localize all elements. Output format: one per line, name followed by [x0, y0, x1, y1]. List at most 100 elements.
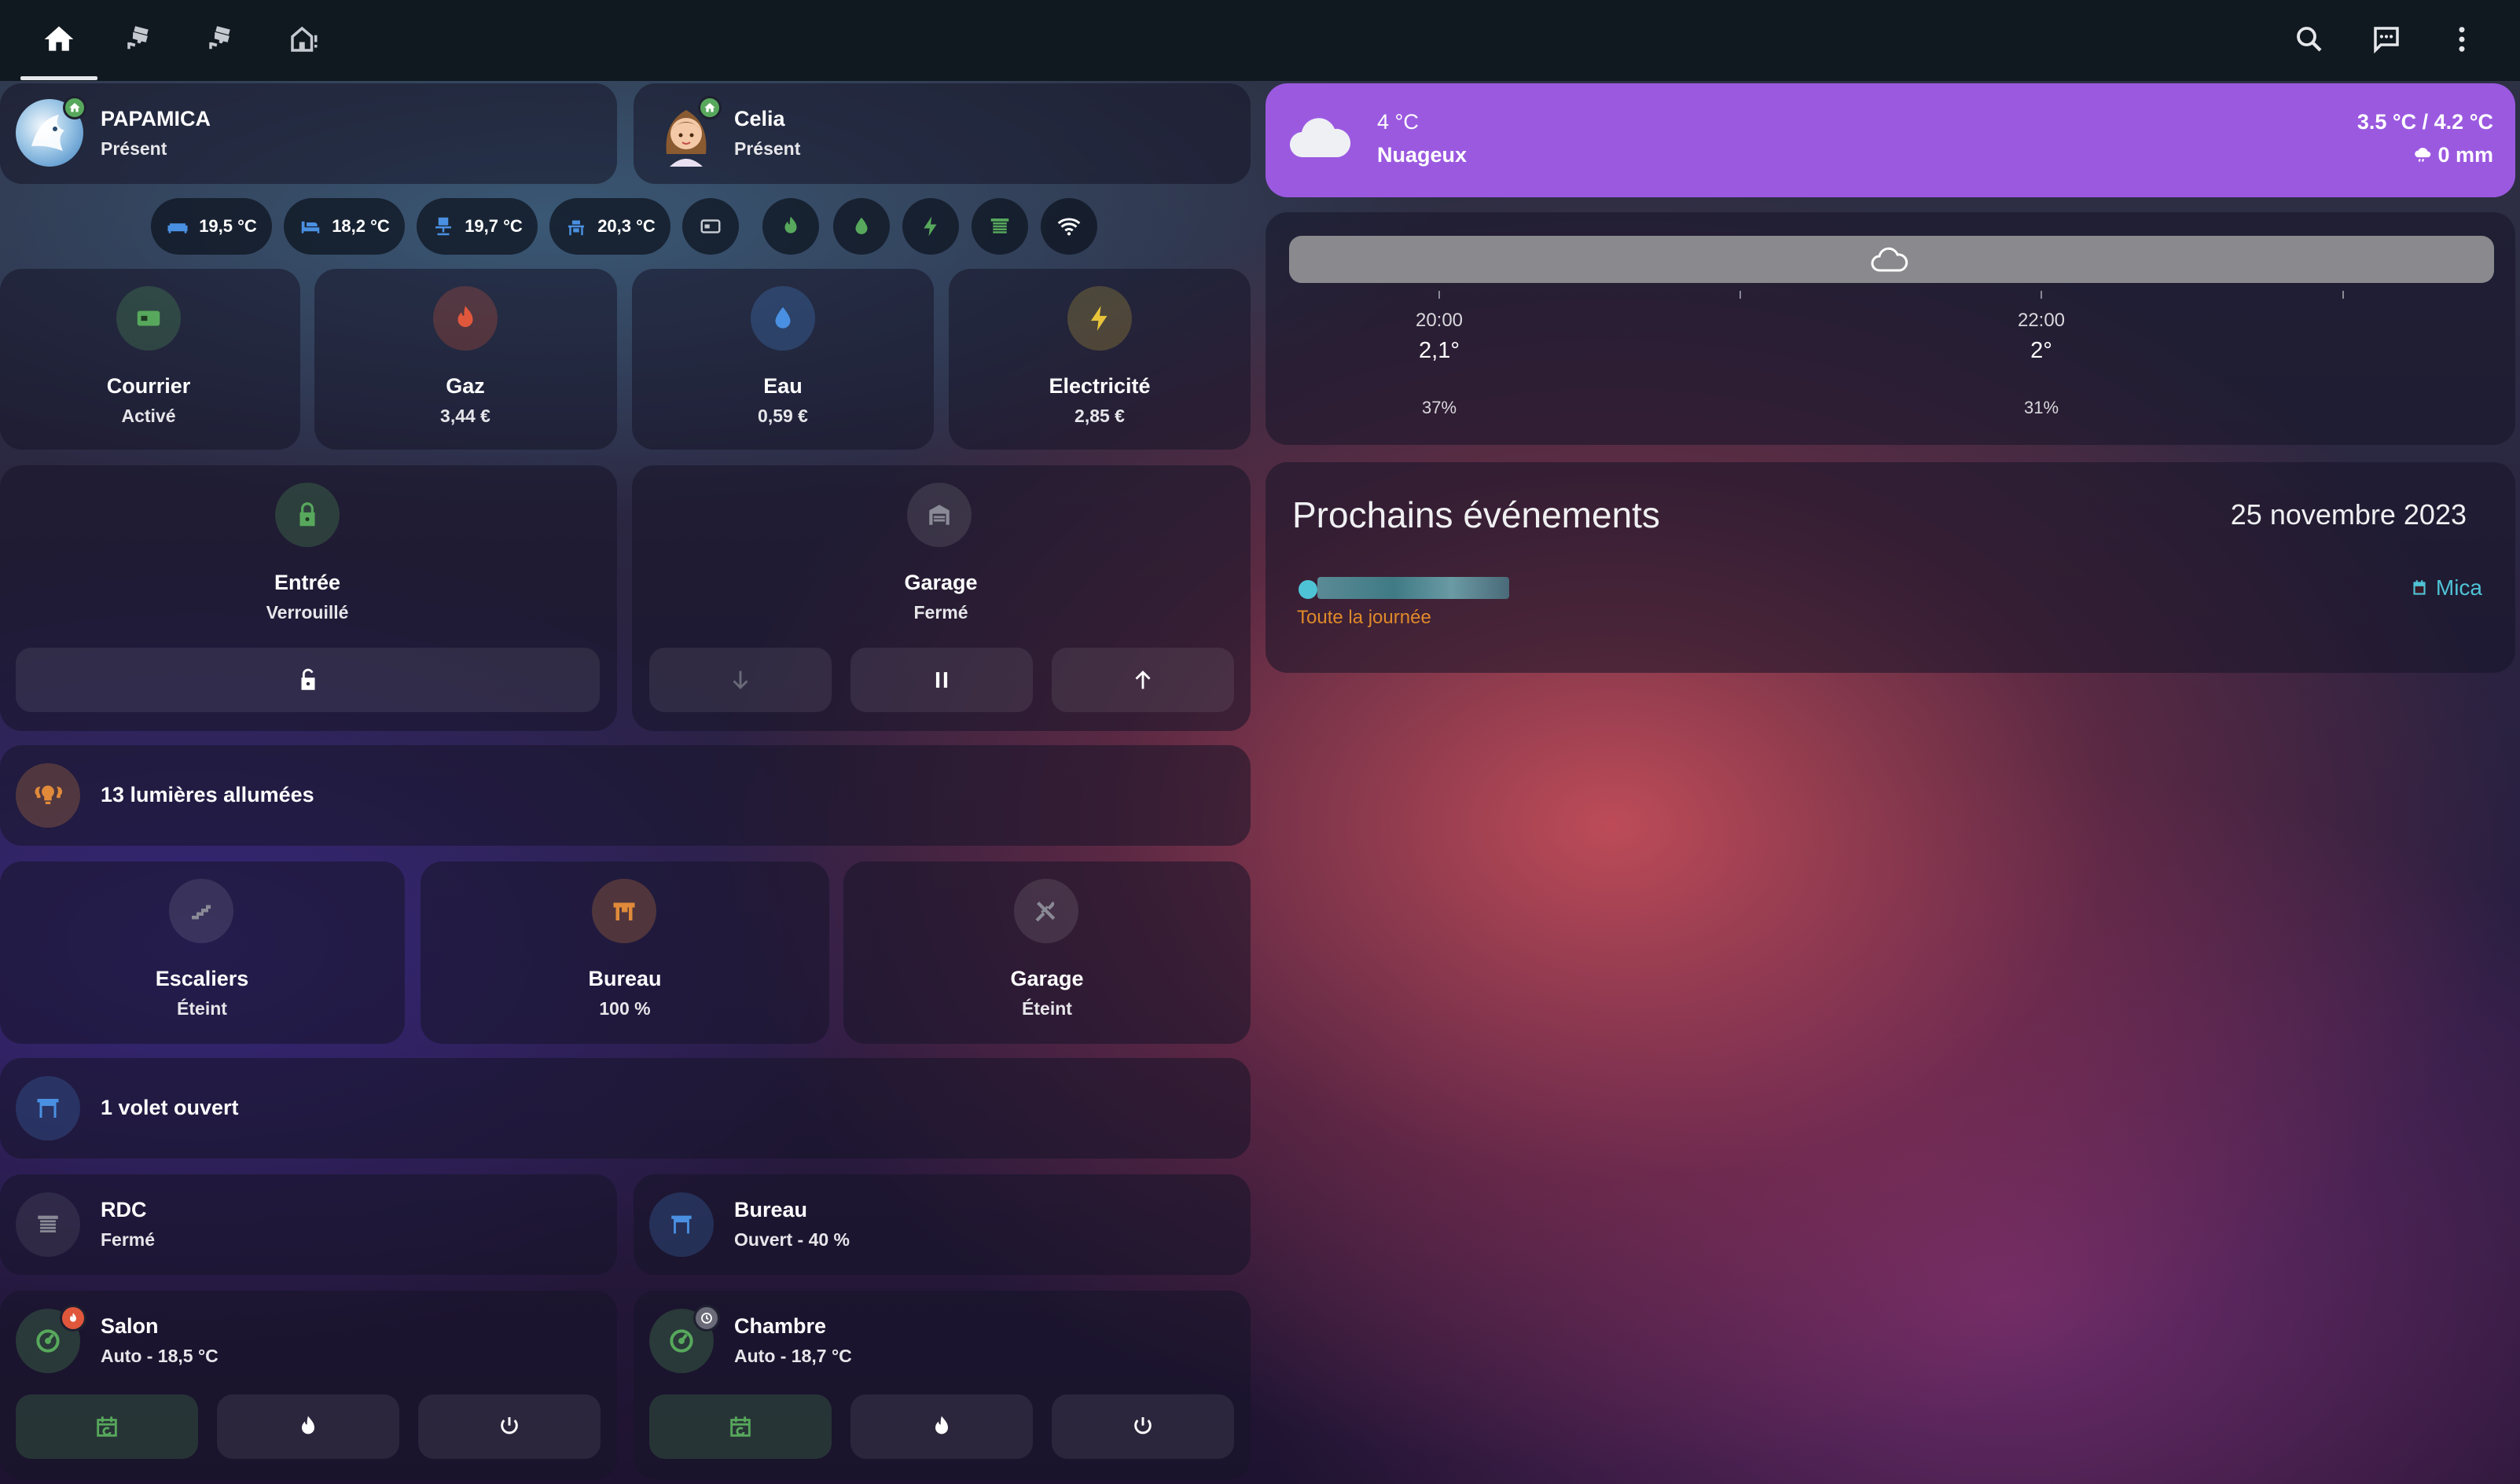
light-card-bureau[interactable]: Bureau 100 %	[421, 861, 829, 1044]
precipitation-value: 0 mm	[2437, 143, 2493, 167]
event-title-redacted[interactable]	[1317, 577, 1509, 599]
unlock-button[interactable]	[16, 648, 600, 712]
house-sensor-tab[interactable]	[280, 17, 327, 61]
light-icon	[592, 879, 656, 943]
window-shutter-open-icon	[37, 1099, 59, 1118]
chip-salon-temp[interactable]: 19,5 °C	[151, 198, 272, 255]
mode-heat-button[interactable]	[850, 1394, 1033, 1459]
clock-badge	[693, 1305, 720, 1332]
weather-precipitation-row: 0 mm	[2412, 143, 2493, 167]
person-state: Présent	[101, 138, 167, 159]
fire-icon	[70, 1313, 76, 1322]
mode-off-button[interactable]	[1052, 1394, 1234, 1459]
lights-summary-card[interactable]: 13 lumières allumées	[0, 745, 1251, 846]
chip-mailbox[interactable]	[682, 198, 739, 255]
garage-stop-button[interactable]	[850, 648, 1033, 712]
utility-state: 2,85 €	[1074, 406, 1125, 426]
chip-water[interactable]	[833, 198, 890, 255]
overflow-menu-button[interactable]	[2438, 17, 2485, 61]
garage-name: Garage	[904, 571, 978, 594]
chip-value: 19,5 °C	[199, 216, 257, 236]
home-icon	[44, 26, 74, 51]
light-card-garage[interactable]: Garage Éteint	[843, 861, 1251, 1044]
chip-power[interactable]	[902, 198, 959, 255]
cctv-tab-2[interactable]	[198, 17, 245, 61]
weather-card[interactable]: 4 °C Nuageux 3.5 °C / 4.2 °C 0 mm	[1266, 83, 2515, 197]
utility-name: Gaz	[446, 374, 485, 398]
cover-card-rdc[interactable]: RDC Fermé	[0, 1174, 617, 1275]
garage-close-button[interactable]	[649, 648, 832, 712]
climate-state: Auto - 18,7 °C	[734, 1346, 852, 1366]
cctv-icon	[209, 26, 230, 50]
weather-condition: Nuageux	[1377, 143, 1468, 167]
person-card-celia[interactable]: Celia Présent	[634, 83, 1251, 184]
person-name: Celia	[734, 107, 785, 130]
stairs-icon	[192, 905, 211, 920]
lock-open-icon	[301, 668, 314, 690]
person-card-papamica[interactable]: PAPAMICA Présent	[0, 83, 617, 184]
chip-gas[interactable]	[762, 198, 819, 255]
utility-card-courrier[interactable]: Courrier Activé	[0, 269, 300, 450]
tick	[2342, 291, 2344, 299]
light-card-escaliers[interactable]: Escaliers Éteint	[0, 861, 405, 1044]
cover-name: RDC	[101, 1198, 147, 1221]
light-name: Escaliers	[155, 967, 249, 990]
lights-summary-icon	[16, 763, 80, 828]
climate-card-salon: Salon Auto - 18,5 °C	[0, 1291, 617, 1479]
chip-shutters[interactable]	[972, 198, 1028, 255]
garage-open-button[interactable]	[1052, 648, 1234, 712]
assist-button[interactable]	[2363, 17, 2410, 61]
chip-bureau-temp[interactable]: 19,7 °C	[417, 198, 538, 255]
climate-name: Salon	[101, 1314, 159, 1338]
utility-name: Eau	[763, 374, 803, 398]
cloud-icon	[1290, 118, 1350, 158]
calendar-card: Prochains événements 25 novembre 2023 To…	[1266, 462, 2515, 673]
chip-wifi[interactable]	[1041, 198, 1097, 255]
garage-icon	[929, 505, 950, 525]
light-name: Garage	[1010, 967, 1084, 990]
bed-icon	[301, 221, 320, 233]
utility-card-electricite[interactable]: Electricité 2,85 €	[949, 269, 1251, 450]
garage-state: Fermé	[913, 602, 968, 623]
wifi-icon	[1057, 218, 1081, 236]
event-time: Toute la journée	[1297, 607, 1431, 628]
utility-icon	[751, 286, 815, 351]
active-tab-indicator	[20, 76, 97, 80]
top-toolbar	[0, 0, 2520, 81]
tick	[1438, 291, 1440, 299]
arrow-down-icon	[733, 670, 748, 689]
utility-icon	[1067, 286, 1132, 351]
chip-chambre-temp[interactable]: 18,2 °C	[284, 198, 405, 255]
chip-enfant-temp[interactable]: 20,3 °C	[549, 198, 670, 255]
cover-card-bureau[interactable]: Bureau Ouvert - 40 %	[634, 1174, 1251, 1275]
overflow-menu-icon	[2459, 27, 2465, 52]
covers-summary-text: 1 volet ouvert	[101, 1096, 239, 1119]
covers-summary-card[interactable]: 1 volet ouvert	[0, 1058, 1251, 1159]
mode-off-button[interactable]	[418, 1394, 601, 1459]
mailbox-icon	[700, 219, 721, 233]
mode-auto-button[interactable]	[649, 1394, 832, 1459]
weather-range: 3.5 °C / 4.2 °C	[2357, 110, 2493, 134]
lightbulb-group-icon	[35, 785, 63, 805]
mode-auto-button[interactable]	[16, 1394, 198, 1459]
light-name: Bureau	[588, 967, 662, 990]
search-button[interactable]	[2286, 17, 2333, 61]
desk-chair-icon	[435, 217, 452, 236]
forecast-time: 20:00	[1415, 310, 1464, 331]
utility-card-gaz[interactable]: Gaz 3,44 €	[314, 269, 617, 450]
home-icon	[69, 103, 80, 112]
cctv-tab-1[interactable]	[116, 17, 163, 61]
climate-card-chambre: Chambre Auto - 18,7 °C	[634, 1291, 1251, 1479]
event-calendar[interactable]: Mica	[2409, 575, 2482, 601]
calendar-name: Mica	[2435, 575, 2482, 600]
window-shutter-open-icon	[671, 1215, 692, 1234]
flame-badge	[60, 1305, 86, 1332]
mode-heat-button[interactable]	[217, 1394, 399, 1459]
clock-icon	[701, 1313, 712, 1324]
utility-state: 0,59 €	[758, 406, 808, 426]
forecast-temp: 2°	[2030, 338, 2052, 363]
home-tab[interactable]	[35, 17, 83, 61]
garage-door-card: Garage Fermé	[632, 465, 1251, 731]
utility-card-eau[interactable]: Eau 0,59 €	[632, 269, 934, 450]
fire-icon	[302, 1416, 314, 1434]
